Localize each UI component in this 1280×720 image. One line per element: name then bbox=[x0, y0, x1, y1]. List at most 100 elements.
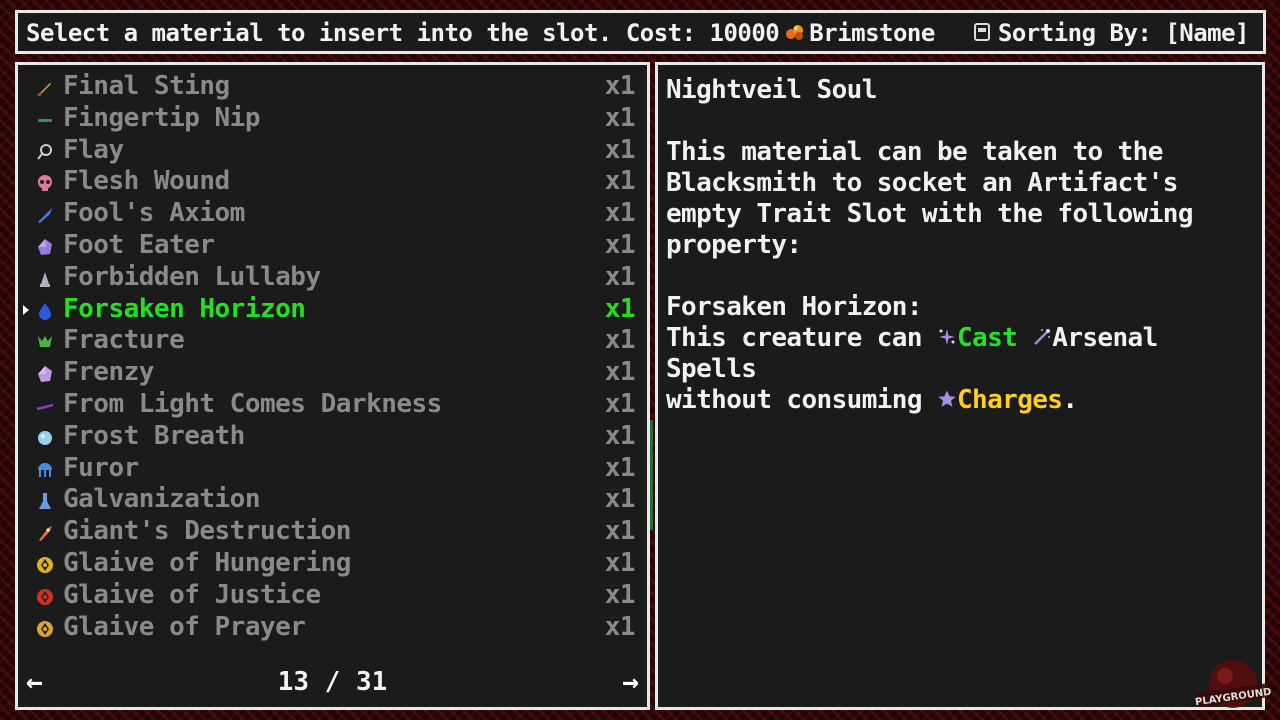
list-item[interactable]: Fingertip Nip x1 bbox=[18, 103, 647, 135]
selection-cursor-icon bbox=[23, 304, 29, 315]
item-quantity: x1 bbox=[604, 420, 636, 451]
list-item[interactable]: Forsaken Horizon x1 bbox=[18, 294, 647, 326]
list-item[interactable]: Foot Eater x1 bbox=[18, 230, 647, 262]
pagination: ← 13 / 31 → bbox=[18, 665, 647, 699]
item-name: Flay bbox=[63, 134, 124, 165]
item-name: Fool's Axiom bbox=[63, 198, 245, 229]
item-name: Fingertip Nip bbox=[63, 102, 261, 133]
scroll-indicator bbox=[650, 420, 653, 530]
crystal-icon bbox=[38, 366, 52, 383]
material-list-panel: Final Sting x1 Fingertip Nip x1 Flay x1 Flesh … bbox=[15, 62, 650, 710]
detail-panel: Nightveil Soul This material can be take… bbox=[655, 62, 1265, 710]
sort-label: Sorting By: [Name] bbox=[997, 19, 1250, 47]
item-quantity: x1 bbox=[604, 261, 636, 292]
list-item[interactable]: Furor x1 bbox=[18, 453, 647, 485]
item-name: Forbidden Lullaby bbox=[63, 261, 321, 292]
list-item[interactable]: Flay x1 bbox=[18, 135, 647, 167]
glaive-icon bbox=[37, 556, 53, 573]
cast-keyword: Cast bbox=[956, 323, 1018, 353]
item-quantity: x1 bbox=[604, 198, 636, 229]
item-name: Glaive of Justice bbox=[63, 579, 321, 610]
crystal-icon bbox=[38, 238, 52, 255]
item-quantity: x1 bbox=[604, 516, 636, 547]
item-quantity: x1 bbox=[604, 102, 636, 133]
star-icon bbox=[938, 390, 956, 407]
property-text-1: This creature can bbox=[666, 323, 923, 353]
glaive-icon bbox=[37, 588, 53, 605]
item-name: Giant's Destruction bbox=[63, 516, 351, 547]
item-name: From Light Comes Darkness bbox=[63, 388, 442, 419]
item-quantity: x1 bbox=[604, 388, 636, 419]
list-item[interactable]: From Light Comes Darkness x1 bbox=[18, 389, 647, 421]
wand-icon bbox=[1034, 328, 1051, 345]
item-quantity: x1 bbox=[604, 484, 636, 515]
list-item[interactable]: Frenzy x1 bbox=[18, 357, 647, 389]
skull-icon bbox=[38, 175, 52, 192]
header-bar: Select a material to insert into the slo… bbox=[15, 10, 1266, 54]
list-item[interactable]: Fool's Axiom x1 bbox=[18, 198, 647, 230]
item-name: Final Sting bbox=[63, 71, 230, 101]
header-prompt: Select a material to insert into the slo… bbox=[26, 19, 935, 47]
keyboard-key-icon bbox=[973, 23, 990, 41]
material-list: Final Sting x1 Fingertip Nip x1 Flay x1 Flesh … bbox=[18, 71, 647, 643]
item-quantity: x1 bbox=[604, 579, 636, 610]
list-item[interactable]: Giant's Destruction x1 bbox=[18, 516, 647, 548]
claw-icon bbox=[38, 336, 52, 348]
magnifier-icon bbox=[37, 143, 52, 160]
list-item[interactable]: Glaive of Prayer x1 bbox=[18, 612, 647, 644]
list-item[interactable]: Fracture x1 bbox=[18, 325, 647, 357]
prompt-text: Select a material to insert into the slo… bbox=[26, 19, 780, 47]
list-item[interactable]: Galvanization x1 bbox=[18, 484, 647, 516]
material-description: This material can be taken to the Blacks… bbox=[666, 137, 1193, 260]
item-name: Furor bbox=[63, 452, 139, 483]
item-quantity: x1 bbox=[604, 293, 636, 324]
wand-icon bbox=[36, 403, 54, 411]
item-quantity: x1 bbox=[604, 611, 636, 642]
item-quantity: x1 bbox=[604, 166, 636, 197]
item-quantity: x1 bbox=[604, 229, 636, 260]
jellyfish-icon bbox=[38, 462, 52, 477]
page-indicator: 13 / 31 bbox=[277, 667, 388, 697]
item-quantity: x1 bbox=[604, 357, 636, 388]
item-name: Glaive of Hungering bbox=[63, 547, 351, 578]
blade-icon bbox=[38, 208, 52, 224]
item-name: Galvanization bbox=[63, 484, 261, 515]
next-page-button[interactable]: → bbox=[622, 665, 639, 698]
list-item[interactable]: Forbidden Lullaby x1 bbox=[18, 262, 647, 294]
item-name: Glaive of Prayer bbox=[63, 611, 306, 642]
item-name: Forsaken Horizon bbox=[63, 293, 306, 324]
glaive-icon bbox=[37, 620, 53, 637]
playground-watermark-logo: PLAYGROUND bbox=[1194, 660, 1272, 708]
sparkle-icon bbox=[938, 328, 955, 345]
list-item[interactable]: Flesh Wound x1 bbox=[18, 166, 647, 198]
item-name: Fracture bbox=[63, 325, 185, 356]
currency-label: Brimstone bbox=[809, 19, 935, 47]
list-item[interactable]: Glaive of Justice x1 bbox=[18, 580, 647, 612]
charges-keyword: Charges bbox=[956, 385, 1063, 415]
item-quantity: x1 bbox=[604, 547, 636, 578]
sort-control[interactable]: Sorting By: [Name] bbox=[973, 19, 1250, 47]
item-quantity: x1 bbox=[604, 71, 636, 101]
item-name: Frost Breath bbox=[63, 420, 245, 451]
bell-icon bbox=[40, 271, 50, 287]
property-description: This creature can Cast Arsenal Spells wi… bbox=[666, 323, 1252, 416]
property-name: Forsaken Horizon: bbox=[666, 292, 923, 322]
list-item[interactable]: Glaive of Hungering x1 bbox=[18, 548, 647, 580]
item-name: Flesh Wound bbox=[63, 166, 230, 197]
snowflake-icon bbox=[38, 430, 52, 445]
water-drop-icon bbox=[39, 302, 51, 320]
property-text-3: without consuming bbox=[666, 385, 923, 415]
flask-icon bbox=[39, 493, 51, 510]
fang-icon bbox=[38, 118, 52, 122]
rocket-icon bbox=[39, 526, 52, 542]
brimstone-icon bbox=[786, 25, 804, 40]
material-title: Nightveil Soul bbox=[666, 75, 877, 105]
list-item[interactable]: Final Sting x1 bbox=[18, 71, 647, 103]
item-quantity: x1 bbox=[604, 325, 636, 356]
property-end: . bbox=[1062, 385, 1078, 415]
property-block: Forsaken Horizon: This creature can Cast… bbox=[666, 292, 1252, 416]
item-name: Frenzy bbox=[63, 357, 154, 388]
list-item[interactable]: Frost Breath x1 bbox=[18, 421, 647, 453]
item-quantity: x1 bbox=[604, 452, 636, 483]
item-name: Foot Eater bbox=[63, 229, 215, 260]
